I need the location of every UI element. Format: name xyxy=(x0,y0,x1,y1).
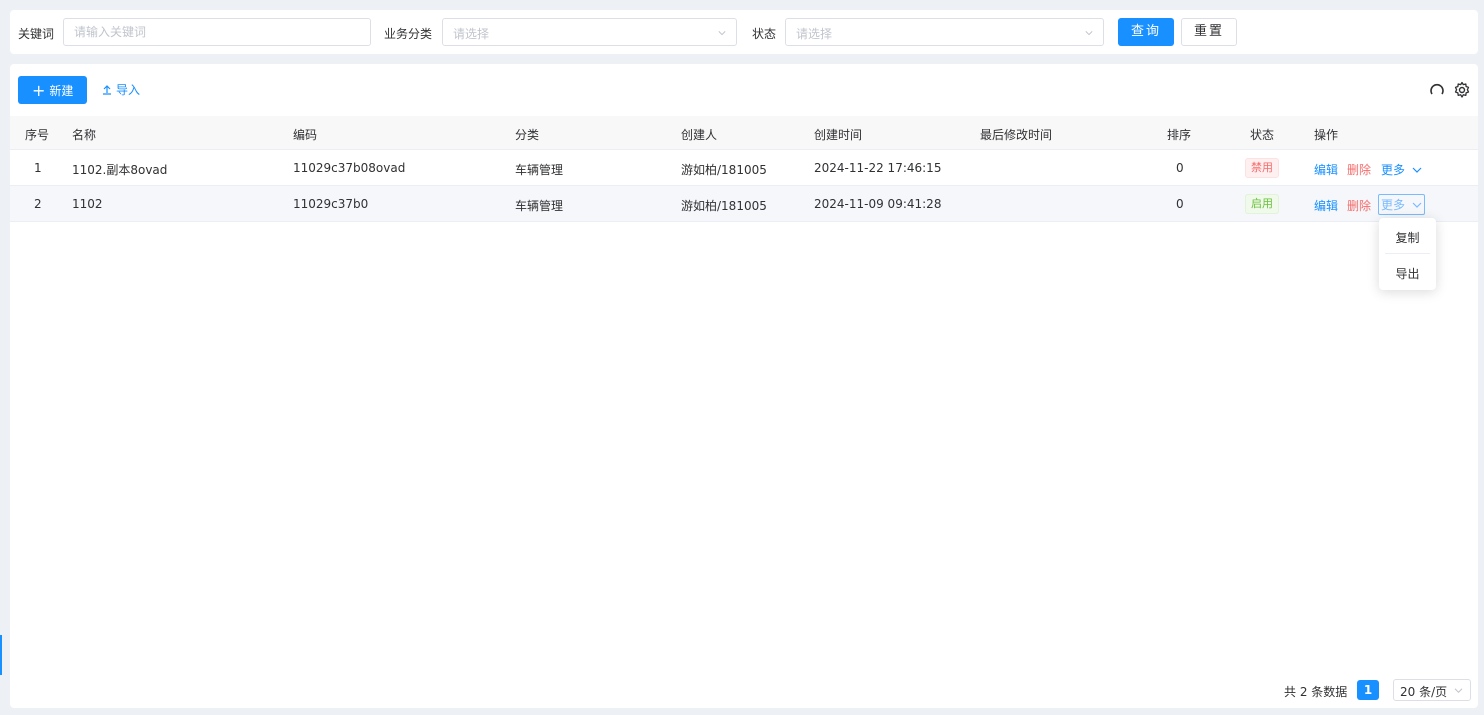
cell-creator: 游如柏/181005 xyxy=(681,199,767,213)
edit-link[interactable]: 编辑 xyxy=(1314,197,1338,214)
pagination-total: 共 2 条数据 xyxy=(1284,685,1348,699)
page-number-current[interactable]: 1 xyxy=(1357,680,1379,700)
reset-button[interactable]: 重置 xyxy=(1181,18,1237,46)
upload-icon xyxy=(103,85,111,95)
delete-link[interactable]: 删除 xyxy=(1347,161,1371,178)
header-creator: 创建人 xyxy=(681,128,718,142)
cell-index: 2 xyxy=(34,197,42,211)
cell-name: 1102 xyxy=(72,197,103,211)
cell-sort: 0 xyxy=(1176,197,1184,211)
header-category: 分类 xyxy=(515,128,540,142)
table-row: 1 1102.副本8ovad 11029c37b08ovad 车辆管理 游如柏/… xyxy=(10,150,1478,186)
chevron-down-icon xyxy=(718,31,726,36)
more-dropdown[interactable]: 更多 xyxy=(1378,194,1425,215)
cell-sort: 0 xyxy=(1176,161,1184,175)
cell-index: 1 xyxy=(34,161,42,175)
chevron-down-icon xyxy=(1085,31,1093,36)
keyword-label: 关键词 xyxy=(18,27,55,41)
filter-bar: 关键词 业务分类 请选择 状态 请选择 查询 重置 xyxy=(10,10,1478,54)
category-select[interactable]: 请选择 xyxy=(442,18,737,46)
header-name: 名称 xyxy=(72,128,97,142)
new-button-label: 新建 xyxy=(49,84,74,98)
table-card: + 新建 导入 序号 名称 编码 分类 创建人 创建时间 最后修改时间 排序 状态… xyxy=(10,64,1478,708)
menu-divider xyxy=(1385,253,1430,254)
cell-category: 车辆管理 xyxy=(515,199,564,213)
cell-code: 11029c37b08ovad xyxy=(293,161,406,175)
header-modified-time: 最后修改时间 xyxy=(980,128,1053,142)
status-label: 状态 xyxy=(752,27,777,41)
refresh-icon[interactable] xyxy=(1428,81,1446,99)
keyword-input[interactable] xyxy=(63,18,371,46)
chevron-down-icon xyxy=(1454,688,1463,693)
header-index: 序号 xyxy=(25,128,50,142)
edit-link[interactable]: 编辑 xyxy=(1314,161,1338,178)
header-sort: 排序 xyxy=(1167,128,1192,142)
header-created-time: 创建时间 xyxy=(814,128,863,142)
status-badge: 启用 xyxy=(1245,194,1279,214)
more-label: 更多 xyxy=(1381,198,1406,212)
category-placeholder: 请选择 xyxy=(453,27,490,41)
header-status: 状态 xyxy=(1250,128,1275,142)
cell-code: 11029c37b0 xyxy=(293,197,369,211)
status-placeholder: 请选择 xyxy=(796,27,833,41)
new-button[interactable]: + 新建 xyxy=(18,76,87,104)
more-menu: 复制 导出 xyxy=(1379,218,1436,290)
header-code: 编码 xyxy=(293,128,318,142)
status-select[interactable]: 请选择 xyxy=(785,18,1104,46)
delete-link[interactable]: 删除 xyxy=(1347,197,1371,214)
chevron-down-icon xyxy=(1412,202,1422,208)
menu-item-copy[interactable]: 复制 xyxy=(1379,229,1436,246)
page-size-select[interactable]: 20 条/页 xyxy=(1393,679,1471,701)
query-button[interactable]: 查询 xyxy=(1118,18,1174,46)
category-label: 业务分类 xyxy=(384,27,433,41)
page-size-value: 20 条/页 xyxy=(1400,685,1448,699)
table-header: 序号 名称 编码 分类 创建人 创建时间 最后修改时间 排序 状态 操作 xyxy=(10,116,1478,150)
chevron-down-icon xyxy=(1412,167,1422,173)
plus-icon: + xyxy=(32,81,46,100)
cell-created-time: 2024-11-22 17:46:15 xyxy=(814,161,942,175)
table-row: 2 1102 11029c37b0 车辆管理 游如柏/181005 2024-1… xyxy=(10,186,1478,222)
menu-item-export[interactable]: 导出 xyxy=(1379,265,1436,282)
status-badge: 禁用 xyxy=(1245,158,1279,178)
cell-created-time: 2024-11-09 09:41:28 xyxy=(814,197,942,211)
more-dropdown[interactable]: 更多 xyxy=(1381,161,1422,178)
gear-icon[interactable] xyxy=(1453,81,1471,99)
scroll-indicator xyxy=(0,635,2,675)
cell-category: 车辆管理 xyxy=(515,163,564,177)
header-actions: 操作 xyxy=(1314,128,1339,142)
import-button[interactable]: 导入 xyxy=(102,76,140,104)
cell-name: 1102.副本8ovad xyxy=(72,163,168,177)
cell-creator: 游如柏/181005 xyxy=(681,163,767,177)
import-button-label: 导入 xyxy=(116,83,141,97)
more-label: 更多 xyxy=(1381,163,1406,177)
